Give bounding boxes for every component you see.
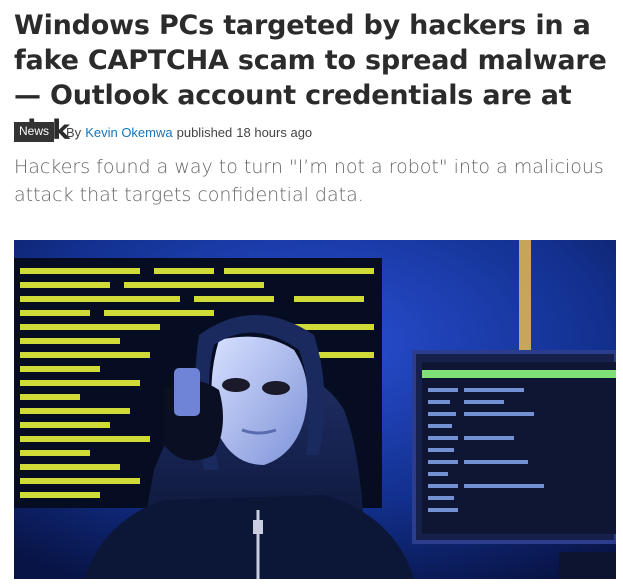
published-time: 18 hours ago bbox=[236, 124, 313, 140]
byline: News By Kevin Okemwa published 18 hours … bbox=[14, 122, 312, 142]
hero-image bbox=[14, 240, 616, 579]
author-link[interactable]: Kevin Okemwa bbox=[85, 125, 172, 140]
article-strapline: Hackers found a way to turn "I’m not a r… bbox=[14, 156, 604, 206]
published-label: published bbox=[176, 124, 233, 140]
hacker-with-mask-image bbox=[14, 240, 616, 579]
byline-prefix: By bbox=[66, 124, 82, 140]
category-badge[interactable]: News bbox=[14, 122, 55, 142]
